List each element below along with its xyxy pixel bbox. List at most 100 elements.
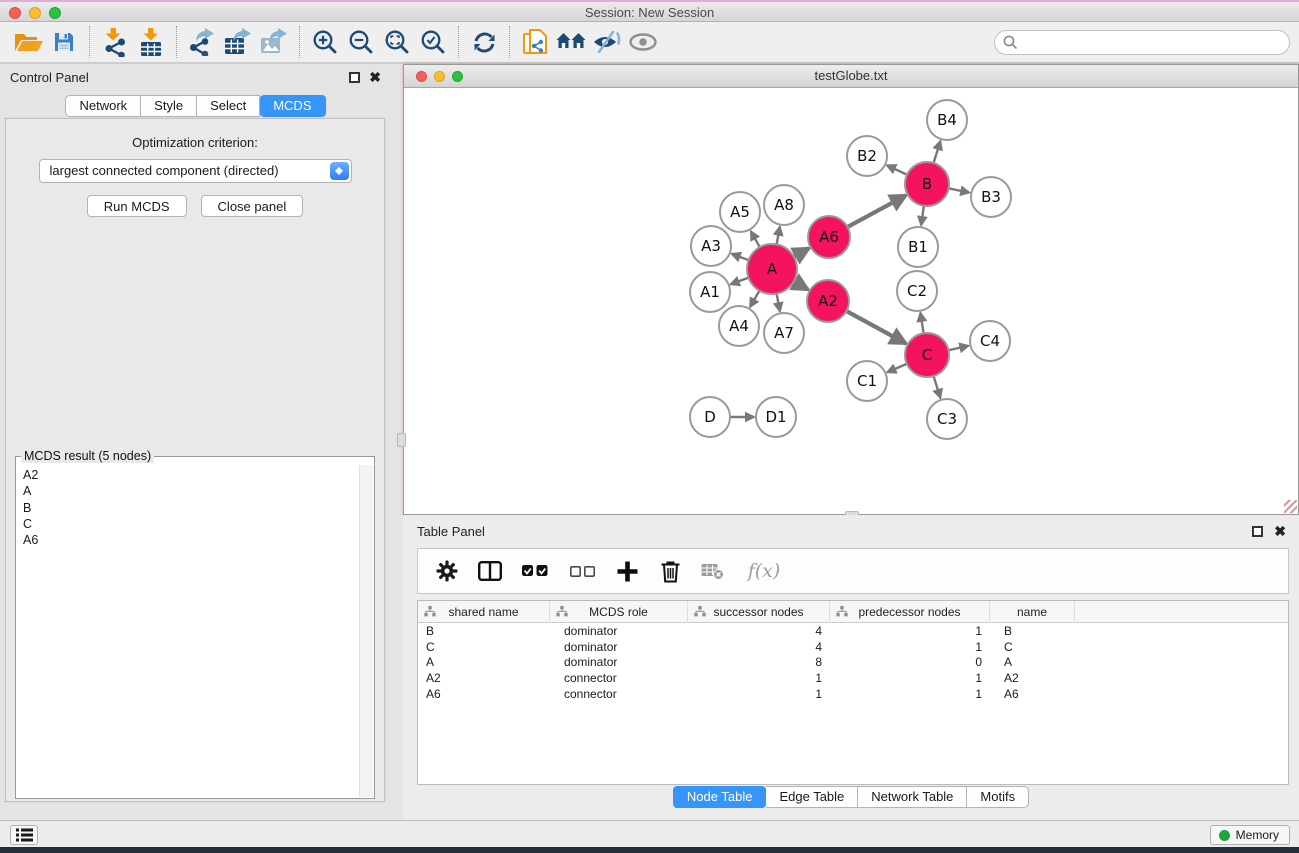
mcds-result-item[interactable]: A6 xyxy=(23,532,352,548)
criterion-dropdown[interactable]: largest connected component (directed) xyxy=(39,159,352,183)
table-cell[interactable]: 1 xyxy=(688,671,830,685)
run-mcds-button[interactable]: Run MCDS xyxy=(87,195,187,217)
network-window-titlebar[interactable]: testGlobe.txt xyxy=(404,65,1298,88)
result-scrollbar[interactable] xyxy=(359,465,373,797)
graph-node-B2[interactable]: B2 xyxy=(847,136,887,176)
mcds-result-item[interactable]: A2 xyxy=(23,467,352,483)
duplicate-network-button[interactable] xyxy=(517,24,553,60)
show-all-button[interactable] xyxy=(625,24,661,60)
mcds-result-item[interactable]: A xyxy=(23,483,352,499)
float-table-panel-icon[interactable] xyxy=(1252,526,1263,537)
zoom-in-button[interactable] xyxy=(307,24,343,60)
task-history-button[interactable] xyxy=(10,825,38,845)
maximize-network-button[interactable] xyxy=(452,71,463,82)
table-cell[interactable]: 8 xyxy=(688,655,830,669)
hide-selected-button[interactable] xyxy=(589,24,625,60)
graph-node-B[interactable]: B xyxy=(905,162,949,206)
graph-node-A1[interactable]: A1 xyxy=(690,272,730,312)
column-selector-button[interactable] xyxy=(477,558,503,584)
graph-node-B3[interactable]: B3 xyxy=(971,177,1011,217)
graph-node-A5[interactable]: A5 xyxy=(720,192,760,232)
table-cell[interactable]: C xyxy=(418,640,550,654)
table-cell[interactable]: C xyxy=(990,640,1075,654)
table-cell[interactable]: 1 xyxy=(688,687,830,701)
table-cell[interactable]: 1 xyxy=(830,687,990,701)
table-row[interactable]: Bdominator41B xyxy=(418,623,1288,639)
column-header-successor-nodes[interactable]: successor nodes xyxy=(688,601,830,623)
graph-node-C3[interactable]: C3 xyxy=(927,399,967,439)
table-cell[interactable]: 4 xyxy=(688,624,830,638)
graph-node-C[interactable]: C xyxy=(905,333,949,377)
graph-node-C1[interactable]: C1 xyxy=(847,361,887,401)
graph-node-C2[interactable]: C2 xyxy=(897,271,937,311)
export-network-button[interactable] xyxy=(184,24,220,60)
column-header-MCDS-role[interactable]: MCDS role xyxy=(550,601,688,623)
table-row[interactable]: Cdominator41C xyxy=(418,639,1288,655)
table-cell[interactable]: A xyxy=(418,655,550,669)
table-cell[interactable]: 0 xyxy=(830,655,990,669)
table-cell[interactable]: 1 xyxy=(830,640,990,654)
delete-column-button[interactable] xyxy=(657,558,683,584)
table-cell[interactable]: dominator xyxy=(550,624,688,638)
graph-node-B1[interactable]: B1 xyxy=(898,227,938,267)
tab-network-table[interactable]: Network Table xyxy=(858,786,967,808)
table-cell[interactable]: dominator xyxy=(550,655,688,669)
close-panel-icon[interactable]: ✖ xyxy=(369,69,381,85)
table-cell[interactable]: 1 xyxy=(830,671,990,685)
table-cell[interactable]: 4 xyxy=(688,640,830,654)
tab-mcds[interactable]: MCDS xyxy=(260,95,325,117)
mcds-result-item[interactable]: C xyxy=(23,516,352,532)
network-canvas[interactable]: B4B2BB3A5A8A6B1A3AC2A1A2A4A7C4CC1C3DD1 xyxy=(404,88,1298,514)
minimize-network-button[interactable] xyxy=(434,71,445,82)
mcds-result-item[interactable]: B xyxy=(23,500,352,516)
column-header-predecessor-nodes[interactable]: predecessor nodes xyxy=(830,601,990,623)
zoom-out-button[interactable] xyxy=(343,24,379,60)
import-table-button[interactable] xyxy=(133,24,169,60)
resize-grip[interactable] xyxy=(1284,500,1297,513)
import-network-button[interactable] xyxy=(97,24,133,60)
open-session-button[interactable] xyxy=(10,24,46,60)
table-cell[interactable]: dominator xyxy=(550,640,688,654)
tab-motifs[interactable]: Motifs xyxy=(967,786,1029,808)
graph-node-B4[interactable]: B4 xyxy=(927,100,967,140)
column-header-shared-name[interactable]: shared name xyxy=(418,601,550,623)
tab-network[interactable]: Network xyxy=(65,95,141,117)
zoom-fit-button[interactable] xyxy=(379,24,415,60)
table-cell[interactable]: B xyxy=(990,624,1075,638)
graph-node-A[interactable]: A xyxy=(747,244,797,294)
delete-table-button[interactable] xyxy=(700,558,726,584)
graph-node-A7[interactable]: A7 xyxy=(764,313,804,353)
export-table-button[interactable] xyxy=(220,24,256,60)
table-cell[interactable]: connector xyxy=(550,687,688,701)
tab-style[interactable]: Style xyxy=(141,95,197,117)
table-settings-button[interactable] xyxy=(434,558,460,584)
graph-node-A6[interactable]: A6 xyxy=(808,216,850,258)
table-cell[interactable]: connector xyxy=(550,671,688,685)
close-network-button[interactable] xyxy=(416,71,427,82)
table-cell[interactable]: A6 xyxy=(990,687,1075,701)
graph-node-A2[interactable]: A2 xyxy=(807,280,849,322)
refresh-button[interactable] xyxy=(466,24,502,60)
table-cell[interactable]: B xyxy=(418,624,550,638)
vertical-splitter-handle[interactable] xyxy=(397,433,406,447)
function-builder-button[interactable]: f(x) xyxy=(743,558,785,584)
tab-select[interactable]: Select xyxy=(197,95,260,117)
tab-node-table[interactable]: Node Table xyxy=(673,786,767,808)
table-cell[interactable]: A2 xyxy=(418,671,550,685)
select-all-button[interactable] xyxy=(520,558,550,584)
table-row[interactable]: Adominator80A xyxy=(418,654,1288,670)
table-row[interactable]: A6connector11A6 xyxy=(418,686,1288,702)
close-panel-button[interactable]: Close panel xyxy=(201,195,304,217)
graph-node-D[interactable]: D xyxy=(690,397,730,437)
add-column-button[interactable] xyxy=(614,558,640,584)
tab-edge-table[interactable]: Edge Table xyxy=(766,786,858,808)
save-session-button[interactable] xyxy=(46,24,82,60)
close-table-panel-icon[interactable]: ✖ xyxy=(1274,523,1286,539)
graph-node-A8[interactable]: A8 xyxy=(764,185,804,225)
table-cell[interactable]: A2 xyxy=(990,671,1075,685)
table-cell[interactable]: A6 xyxy=(418,687,550,701)
graph-node-A4[interactable]: A4 xyxy=(719,306,759,346)
export-image-button[interactable] xyxy=(256,24,292,60)
graph-node-D1[interactable]: D1 xyxy=(756,397,796,437)
table-row[interactable]: A2connector11A2 xyxy=(418,670,1288,686)
